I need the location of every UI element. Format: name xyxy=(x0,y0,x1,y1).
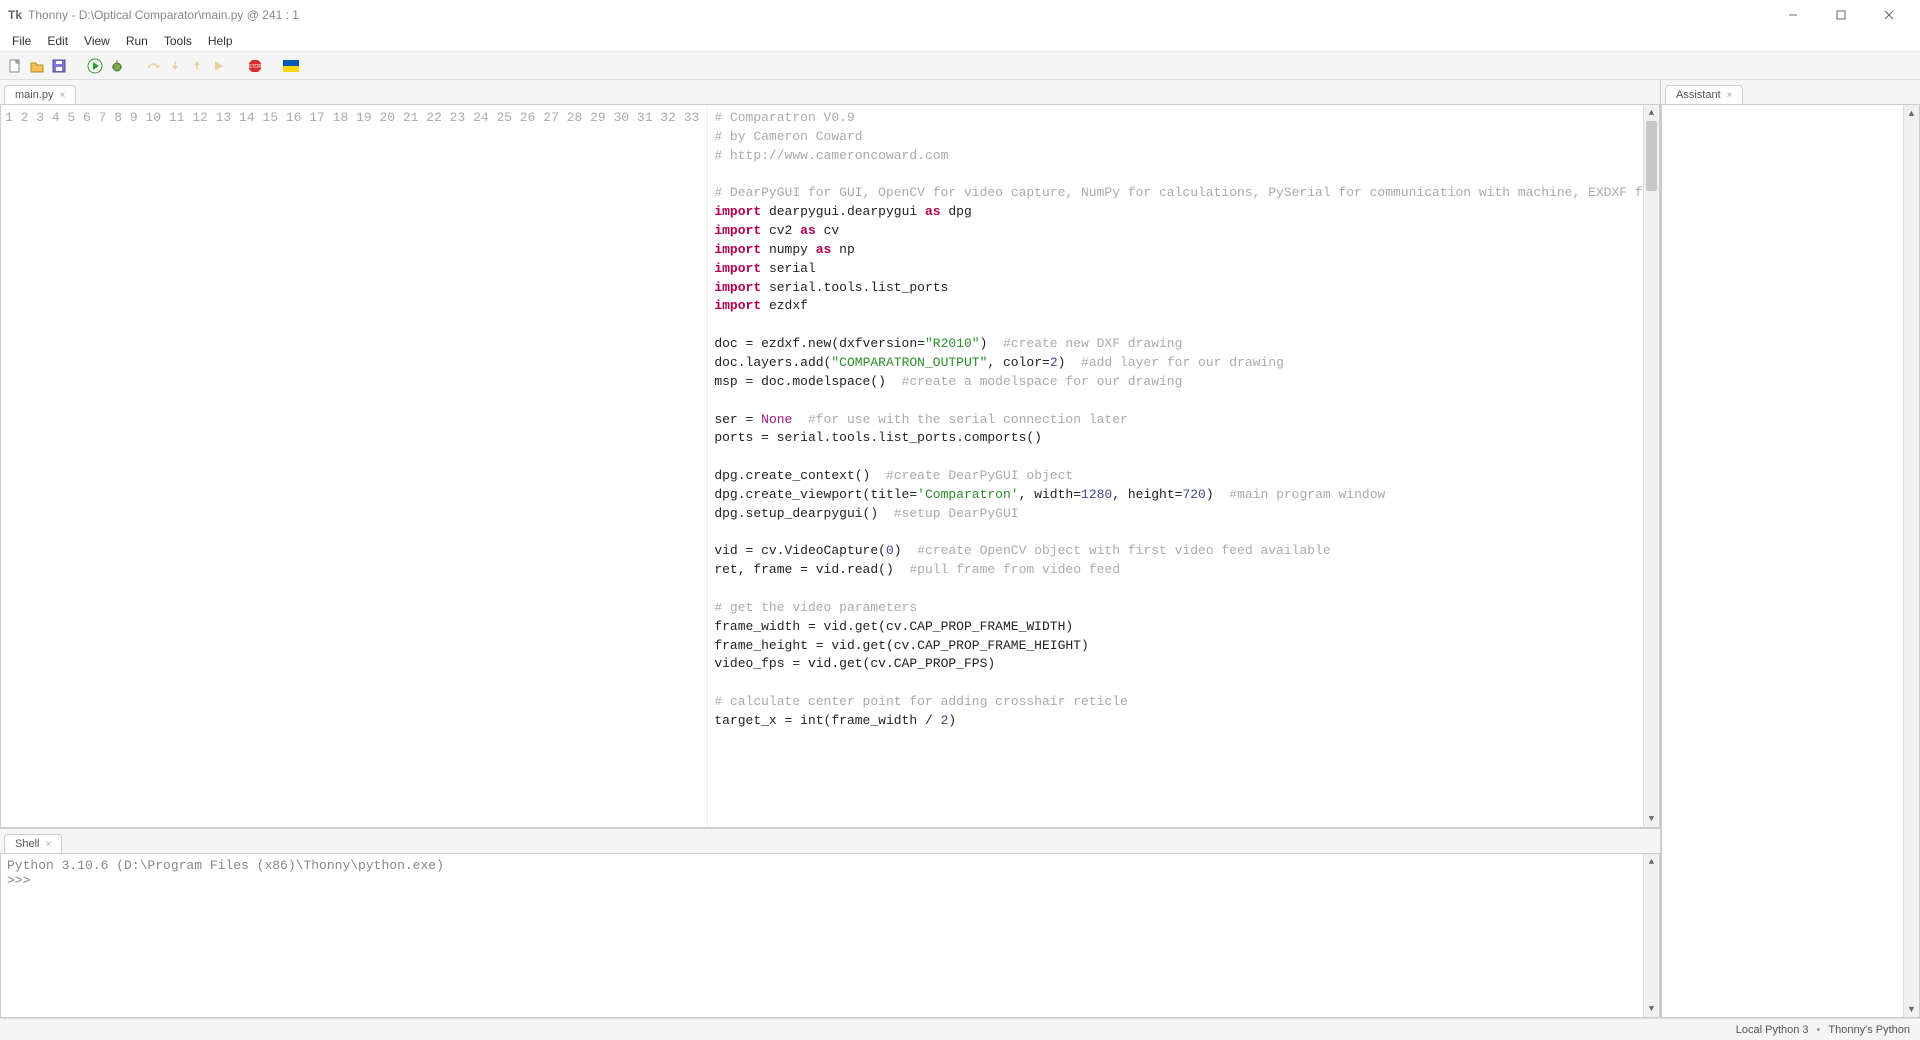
shell-banner: Python 3.10.6 (D:\Program Files (x86)\Th… xyxy=(7,858,1653,873)
step-over-icon[interactable] xyxy=(144,57,162,75)
scroll-thumb[interactable] xyxy=(1646,121,1657,191)
close-button[interactable] xyxy=(1866,0,1912,30)
menu-run[interactable]: Run xyxy=(118,32,156,50)
save-icon[interactable] xyxy=(50,57,68,75)
shell-body[interactable]: Python 3.10.6 (D:\Program Files (x86)\Th… xyxy=(0,853,1660,1018)
app-icon: Tk xyxy=(8,8,22,22)
assistant-body: ▲ ▼ xyxy=(1661,104,1920,1018)
new-file-icon[interactable] xyxy=(6,57,24,75)
menu-help[interactable]: Help xyxy=(200,32,241,50)
assistant-tab-bar: Assistant × xyxy=(1661,80,1920,104)
open-file-icon[interactable] xyxy=(28,57,46,75)
window-title: Thonny - D:\Optical Comparator\main.py @… xyxy=(28,8,1770,22)
menu-file[interactable]: File xyxy=(4,32,39,50)
scroll-down-icon[interactable]: ▼ xyxy=(1904,1001,1919,1017)
line-number-gutter: 1 2 3 4 5 6 7 8 9 10 11 12 13 14 15 16 1… xyxy=(1,105,708,827)
editor-tab-main[interactable]: main.py × xyxy=(4,85,76,104)
shell-tab-label: Shell xyxy=(15,838,39,850)
editor-tab-bar: main.py × xyxy=(0,80,1660,104)
scroll-down-icon[interactable]: ▼ xyxy=(1644,1001,1659,1017)
shell-panel: Shell × Python 3.10.6 (D:\Program Files … xyxy=(0,828,1660,1018)
resume-icon[interactable] xyxy=(210,57,228,75)
shell-tab[interactable]: Shell × xyxy=(4,834,62,853)
status-separator: • xyxy=(1817,1024,1821,1036)
svg-text:STOP: STOP xyxy=(248,64,262,70)
minimize-button[interactable] xyxy=(1770,0,1816,30)
step-into-icon[interactable] xyxy=(166,57,184,75)
run-icon[interactable] xyxy=(86,57,104,75)
scroll-up-icon[interactable]: ▲ xyxy=(1904,105,1919,121)
debug-icon[interactable] xyxy=(108,57,126,75)
assistant-tab[interactable]: Assistant × xyxy=(1665,85,1743,104)
scroll-up-icon[interactable]: ▲ xyxy=(1644,854,1659,870)
menu-edit[interactable]: Edit xyxy=(39,32,76,50)
status-interpreter[interactable]: Local Python 3 xyxy=(1736,1024,1809,1036)
main-area: main.py × 1 2 3 4 5 6 7 8 9 10 11 12 13 … xyxy=(0,80,1920,1018)
step-out-icon[interactable] xyxy=(188,57,206,75)
shell-tab-bar: Shell × xyxy=(0,829,1660,853)
code-area[interactable]: # Comparatron V0.9 # by Cameron Coward #… xyxy=(708,105,1643,827)
close-icon[interactable]: × xyxy=(1727,90,1733,101)
toolbar: STOP xyxy=(0,52,1920,80)
window-controls xyxy=(1770,0,1912,30)
close-icon[interactable]: × xyxy=(60,90,66,101)
editor-scrollbar[interactable]: ▲ ▼ xyxy=(1643,105,1659,827)
menu-view[interactable]: View xyxy=(76,32,118,50)
scroll-up-icon[interactable]: ▲ xyxy=(1644,105,1659,121)
shell-scrollbar[interactable]: ▲ ▼ xyxy=(1643,854,1659,1017)
menu-tools[interactable]: Tools xyxy=(156,32,200,50)
left-column: main.py × 1 2 3 4 5 6 7 8 9 10 11 12 13 … xyxy=(0,80,1660,1018)
status-runtime[interactable]: Thonny's Python xyxy=(1828,1024,1910,1036)
ukraine-flag-icon[interactable] xyxy=(282,57,300,75)
menubar: File Edit View Run Tools Help xyxy=(0,30,1920,52)
maximize-button[interactable] xyxy=(1818,0,1864,30)
editor-panel: main.py × 1 2 3 4 5 6 7 8 9 10 11 12 13 … xyxy=(0,80,1660,828)
statusbar: Local Python 3 • Thonny's Python xyxy=(0,1018,1920,1040)
stop-icon[interactable]: STOP xyxy=(246,57,264,75)
scroll-down-icon[interactable]: ▼ xyxy=(1644,811,1659,827)
close-icon[interactable]: × xyxy=(45,839,51,850)
editor-body[interactable]: 1 2 3 4 5 6 7 8 9 10 11 12 13 14 15 16 1… xyxy=(0,104,1660,828)
editor-tab-label: main.py xyxy=(15,89,54,101)
assistant-panel: Assistant × ▲ ▼ xyxy=(1660,80,1920,1018)
shell-prompt: >>> xyxy=(7,873,30,888)
titlebar: Tk Thonny - D:\Optical Comparator\main.p… xyxy=(0,0,1920,30)
assistant-scrollbar[interactable]: ▲ ▼ xyxy=(1903,105,1919,1017)
assistant-tab-label: Assistant xyxy=(1676,89,1721,101)
